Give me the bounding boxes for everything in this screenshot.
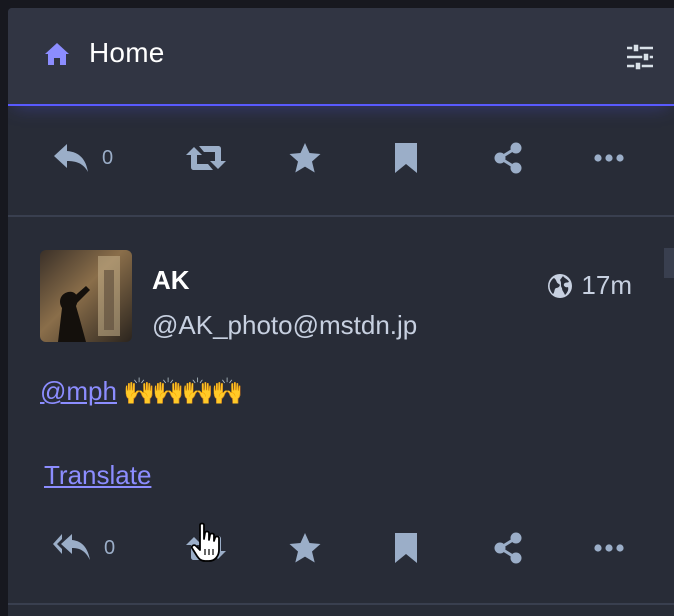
display-name[interactable]: AK (152, 265, 190, 296)
more-button[interactable] (594, 528, 624, 568)
status-action-bar: 0 (8, 528, 674, 568)
timestamp[interactable]: 17m (581, 270, 632, 301)
bookmark-icon (395, 533, 417, 563)
hand-cursor-icon (190, 522, 220, 562)
reply-count: 0 (102, 146, 114, 169)
bookmark-button[interactable] (394, 528, 418, 568)
share-button[interactable] (492, 528, 524, 568)
home-icon (45, 43, 69, 65)
share-button[interactable] (492, 138, 524, 178)
bookmark-button[interactable] (394, 138, 418, 178)
star-icon (289, 533, 321, 563)
sliders-icon[interactable] (625, 43, 655, 71)
status-content: @mph 🙌🙌🙌🙌 (40, 376, 243, 407)
globe-icon (548, 273, 573, 298)
status-divider (8, 215, 674, 217)
reply-button[interactable]: 0 (52, 138, 113, 178)
column-title: Home (89, 37, 165, 68)
bookmark-icon (395, 143, 417, 173)
avatar-image (40, 250, 132, 342)
retweet-icon (186, 146, 226, 170)
reply-icon (54, 144, 88, 172)
boost-button[interactable] (185, 138, 227, 178)
translate-button[interactable]: Translate (44, 460, 151, 491)
reply-count: 0 (104, 536, 116, 559)
favourite-button[interactable] (288, 138, 322, 178)
emoji-text: 🙌🙌🙌🙌 (122, 376, 243, 407)
ellipsis-icon (594, 154, 624, 162)
favourite-button[interactable] (288, 528, 322, 568)
share-icon (494, 142, 522, 174)
ellipsis-icon (594, 544, 624, 552)
status-action-bar: 0 (8, 138, 674, 178)
reply-all-icon (53, 534, 90, 560)
reply-all-button[interactable]: 0 (52, 528, 115, 568)
more-button[interactable] (594, 138, 624, 178)
status-meta: 17m (547, 270, 632, 301)
share-icon (494, 532, 522, 564)
mention-link[interactable]: @mph (40, 376, 117, 407)
account-handle[interactable]: @AK_photo@mstdn.jp (152, 310, 417, 341)
avatar[interactable] (40, 250, 132, 342)
status-divider (8, 603, 674, 605)
star-icon (289, 143, 321, 173)
column-header: Home (8, 8, 674, 106)
home-column: Home 0 AK @AK_photo@mstdn.jp 17m @mph 🙌🙌… (8, 8, 674, 616)
scrollbar-thumb[interactable] (664, 248, 674, 278)
